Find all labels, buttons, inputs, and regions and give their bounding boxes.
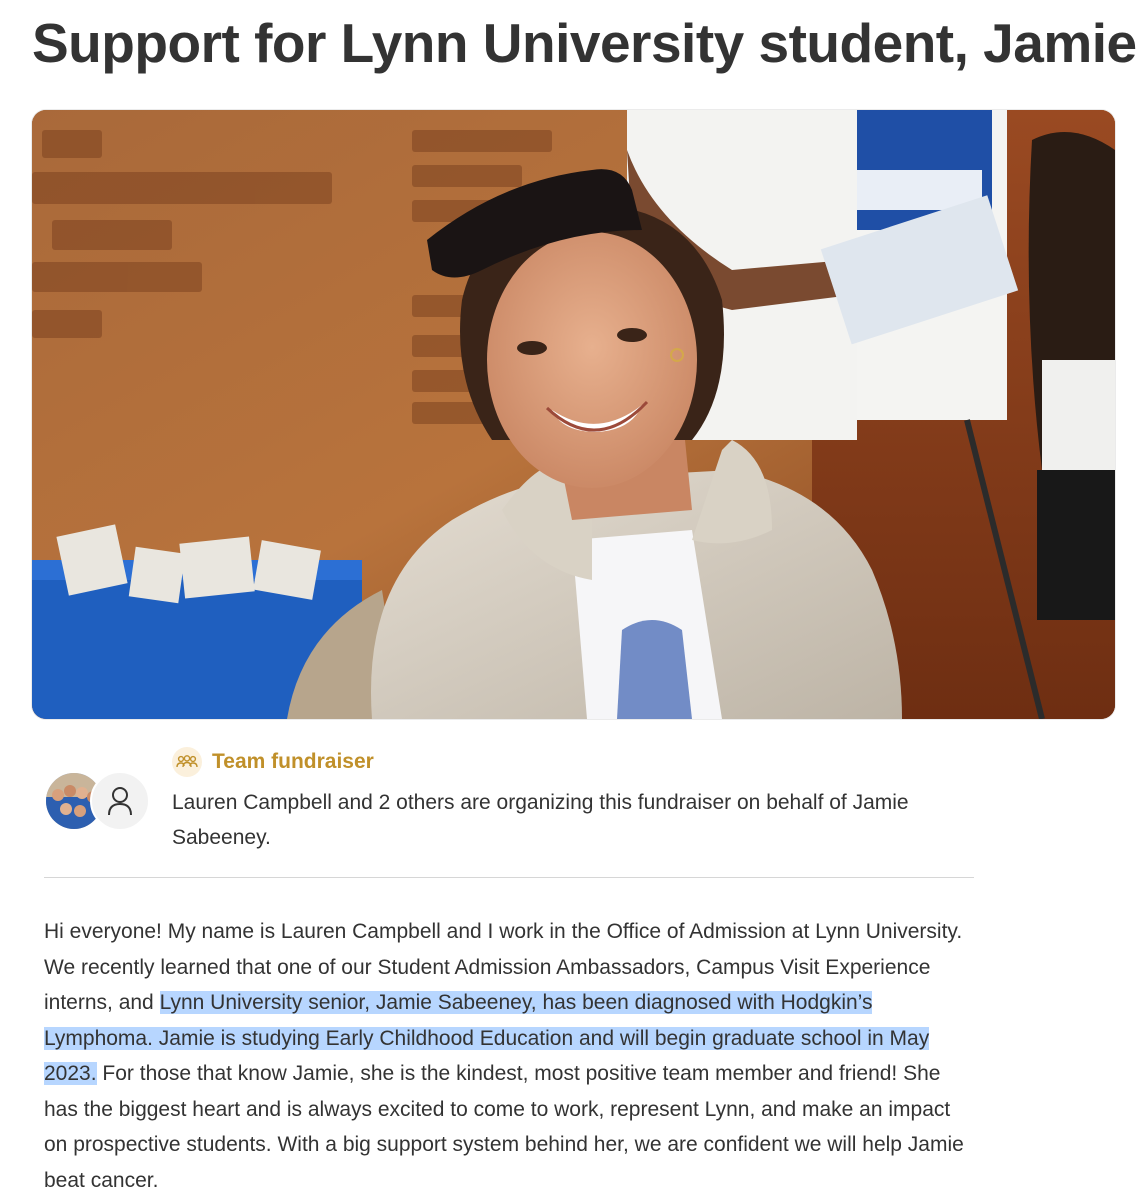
hero-image xyxy=(32,110,1115,719)
page-title: Support for Lynn University student, Jam… xyxy=(32,12,1139,74)
user-icon xyxy=(108,787,132,816)
story-part-2: For those that know Jamie, she is the ki… xyxy=(44,1062,964,1192)
user-placeholder-avatar[interactable] xyxy=(90,771,150,831)
organizer-description: Lauren Campbell and 2 others are organiz… xyxy=(172,791,909,849)
people-group-icon xyxy=(172,747,202,777)
story-text: Hi everyone! My name is Lauren Campbell … xyxy=(44,914,974,1198)
team-fundraiser-label: Team fundraiser xyxy=(212,750,374,773)
section-divider xyxy=(44,877,974,878)
organizer-avatars[interactable] xyxy=(44,771,150,831)
team-fundraiser-badge: Team fundraiser xyxy=(172,747,374,777)
organizer-section: Team fundraiser Lauren Campbell and 2 ot… xyxy=(44,745,974,855)
